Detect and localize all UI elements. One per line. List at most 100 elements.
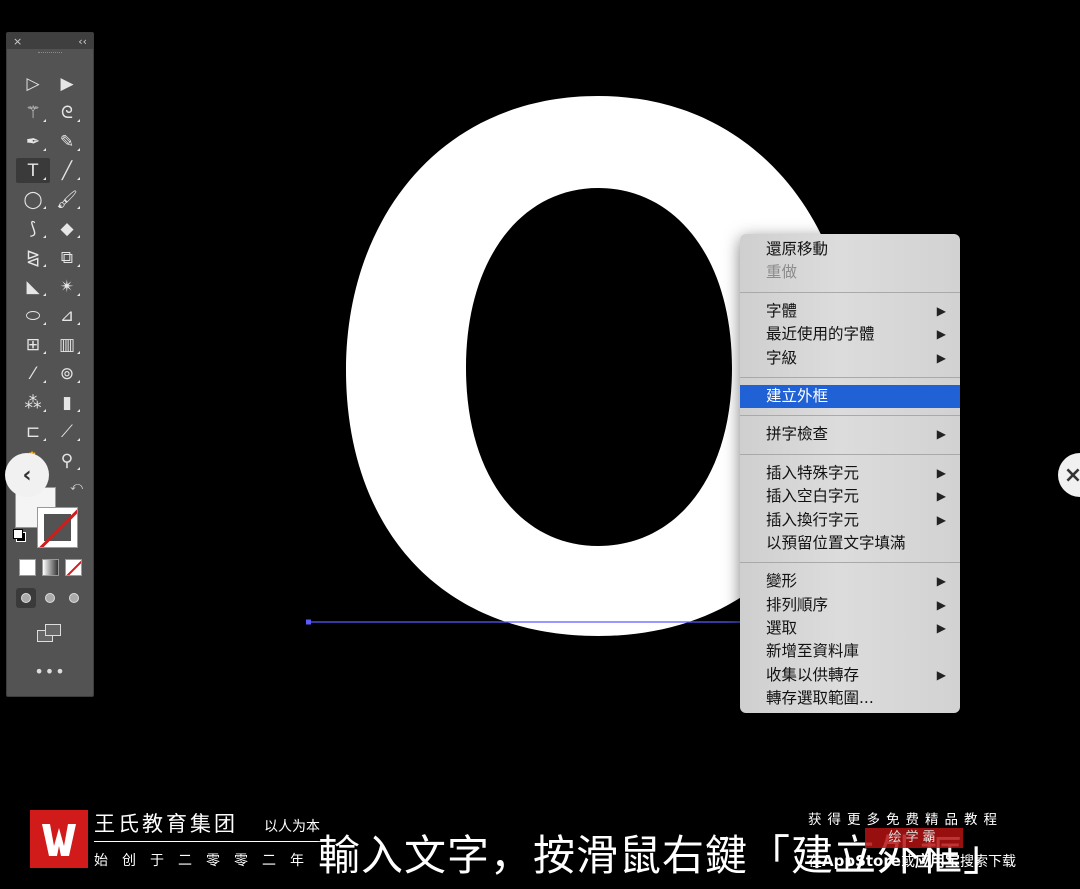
submenu-arrow-icon: ▶: [936, 465, 946, 480]
menu-item-label: 選取: [766, 619, 798, 638]
promo-mid: 或: [900, 854, 915, 870]
menu-item-label: 還原移動: [766, 240, 829, 258]
line-segment-tool-icon[interactable]: ╱: [50, 158, 84, 183]
context-menu: 還原移動 重做 字體 ▶ 最近使用的字體 ▶ 字級 ▶ 建立外框 拼字檢查 ▶ 插入特殊字元 ▶ 插入空白…: [740, 234, 960, 713]
promo-app-market: 应用宝: [914, 852, 960, 870]
column-graph-tool-icon[interactable]: ▮: [50, 390, 84, 415]
edit-toolbar-button[interactable]: •••: [7, 662, 93, 681]
menu-item-label: 變形: [766, 572, 798, 591]
reflect-tool-icon[interactable]: ⧎: [16, 245, 50, 270]
puppet-warp-tool-icon[interactable]: ✴: [50, 274, 84, 299]
tools-panel-header: × ‹‹: [7, 33, 93, 49]
submenu-arrow-icon: ▶: [936, 597, 946, 612]
submenu-arrow-icon: ▶: [936, 667, 946, 682]
brand-logo: [30, 810, 88, 868]
fill-stroke-controls: ⤺: [7, 479, 93, 557]
collapse-panel-icon[interactable]: ‹‹: [78, 35, 87, 48]
menu-item-label: 字體: [766, 301, 798, 320]
menu-item-label: 字級: [766, 348, 798, 367]
menu-item-label: 建立外框: [766, 386, 829, 405]
width-tool-icon[interactable]: ◣: [16, 274, 50, 299]
context-menu-item[interactable]: 插入空白字元 ▶: [740, 485, 960, 508]
shape-builder-tool-icon[interactable]: ⬭: [16, 303, 50, 328]
context-menu-item[interactable]: 拼字檢查 ▶: [740, 423, 960, 446]
context-menu-item[interactable]: 新增至資料庫: [740, 640, 960, 663]
context-menu-item[interactable]: 插入特殊字元 ▶: [740, 462, 960, 485]
menu-separator: [740, 453, 960, 455]
color-mode-button[interactable]: [18, 559, 36, 576]
promo-suffix: 搜索下载: [959, 854, 1016, 870]
context-menu-item[interactable]: 插入換行字元 ▶: [740, 509, 960, 532]
close-panel-icon[interactable]: ×: [13, 35, 22, 48]
previous-slide-button[interactable]: ‹: [5, 453, 49, 497]
promo-badge: 绘学霸: [865, 828, 963, 848]
artboard-tool-icon[interactable]: ⊏: [16, 419, 50, 444]
lasso-tool-icon[interactable]: ᘓ: [50, 100, 84, 125]
context-menu-item[interactable]: 建立外框: [740, 384, 960, 409]
submenu-arrow-icon: ▶: [936, 621, 946, 636]
context-menu-item[interactable]: 收集以供轉存 ▶: [740, 664, 960, 687]
ellipse-tool-icon[interactable]: ◯: [16, 187, 50, 212]
submenu-arrow-icon: ▶: [936, 574, 946, 589]
menu-item-label: 轉存選取範圍...: [766, 689, 874, 708]
pen-tool-icon[interactable]: ✒: [16, 129, 50, 154]
gradient-mode-button[interactable]: [41, 559, 59, 576]
menu-item-label: 排列順序: [766, 595, 829, 614]
context-menu-item[interactable]: 轉存選取範圍...: [740, 687, 960, 710]
gradient-tool-icon[interactable]: ▥: [50, 332, 84, 357]
swap-fill-stroke-icon[interactable]: ⤺: [70, 479, 83, 494]
context-menu-item: 重做: [740, 261, 960, 284]
brand-since: 始创于二零零二年: [94, 853, 318, 869]
magic-wand-tool-icon[interactable]: ⚚: [16, 100, 50, 125]
menu-item-label: 收集以供轉存: [766, 665, 860, 684]
selection-tool-icon[interactable]: ▷: [16, 71, 50, 96]
submenu-arrow-icon: ▶: [936, 350, 946, 365]
none-mode-button[interactable]: [64, 559, 82, 576]
menu-separator: [740, 562, 960, 564]
menu-item-label: 拼字檢查: [766, 425, 829, 444]
tools-panel: × ‹‹ ▷▶⚚ᘓ✒✎T╱◯🖌⟆◆⧎⧉◣✴⬭⊿⊞▥⁄⊚⁂▮⊏⟋✋⚲ ⤺ •••: [6, 32, 94, 697]
draw-inside-button[interactable]: [64, 588, 84, 608]
paintbrush-tool-icon[interactable]: 🖌: [50, 187, 84, 212]
eraser-tool-icon[interactable]: ◆: [50, 216, 84, 241]
default-fill-stroke-icon[interactable]: [13, 529, 26, 542]
zoom-tool-icon[interactable]: ⚲: [50, 448, 84, 473]
scale-tool-icon[interactable]: ⧉: [50, 245, 84, 270]
menu-item-label: 重做: [766, 263, 798, 282]
stroke-color-swatch[interactable]: [37, 507, 78, 548]
symbol-sprayer-tool-icon[interactable]: ⁂: [16, 390, 50, 415]
draw-normal-button[interactable]: [16, 588, 36, 608]
blend-tool-icon[interactable]: ⊚: [50, 361, 84, 386]
context-menu-item[interactable]: 選取 ▶: [740, 617, 960, 640]
menu-item-label: 以預留位置文字填滿: [766, 533, 906, 552]
context-menu-item[interactable]: 最近使用的字體 ▶: [740, 323, 960, 346]
menu-separator: [740, 376, 960, 378]
context-menu-item[interactable]: 變形 ▶: [740, 570, 960, 593]
promo-prefix: 在: [808, 854, 822, 870]
perspective-grid-tool-icon[interactable]: ⊿: [50, 303, 84, 328]
context-menu-item[interactable]: 排列順序 ▶: [740, 594, 960, 617]
promo-appstore: AppStore: [822, 852, 901, 870]
eyedropper-tool-icon[interactable]: ⁄: [16, 361, 50, 386]
screen-mode-icon[interactable]: [37, 624, 63, 644]
type-tool-icon[interactable]: T: [16, 158, 50, 183]
direct-selection-tool-icon[interactable]: ▶: [50, 71, 84, 96]
brand-divider: [94, 841, 328, 842]
draw-behind-button[interactable]: [40, 588, 60, 608]
promo-download-text: 在AppStore或应用宝搜索下载: [808, 850, 1016, 871]
curvature-tool-icon[interactable]: ✎: [50, 129, 84, 154]
drawing-modes: [7, 588, 93, 608]
context-menu-item[interactable]: 以預留位置文字填滿: [740, 532, 960, 555]
slice-tool-icon[interactable]: ⟋: [50, 419, 84, 444]
submenu-arrow-icon: ▶: [936, 489, 946, 504]
menu-item-label: 插入換行字元: [766, 510, 860, 529]
context-menu-item[interactable]: 字體 ▶: [740, 300, 960, 323]
context-menu-item[interactable]: 還原移動: [740, 238, 960, 261]
menu-separator: [740, 415, 960, 417]
promo-headline: 获得更多免费精品教程: [808, 812, 1003, 828]
shaper-tool-icon[interactable]: ⟆: [16, 216, 50, 241]
context-menu-item[interactable]: 字級 ▶: [740, 347, 960, 370]
mesh-tool-icon[interactable]: ⊞: [16, 332, 50, 357]
brand-slogan: 以人为本: [264, 819, 320, 835]
panel-grip[interactable]: [7, 49, 93, 57]
